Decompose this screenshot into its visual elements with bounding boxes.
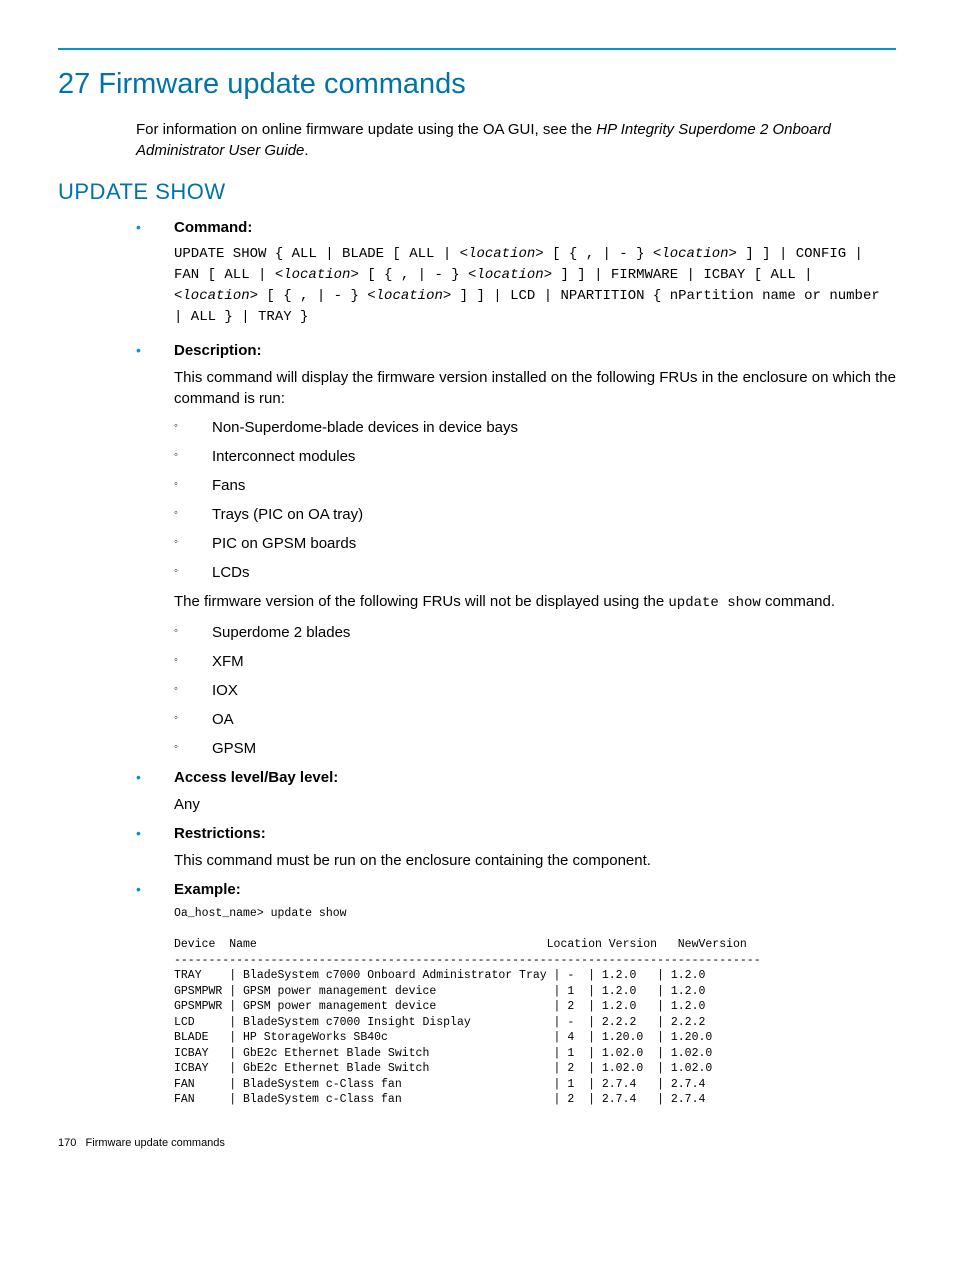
list-item: ◦PIC on GPSM boards	[174, 533, 896, 554]
bullet-icon: •	[136, 767, 174, 788]
intro-paragraph: For information on online firmware updat…	[136, 119, 896, 161]
intro-suffix: .	[304, 142, 308, 159]
circle-bullet-icon: ◦	[174, 446, 212, 467]
list-item: ◦Trays (PIC on OA tray)	[174, 504, 896, 525]
top-rule	[58, 48, 896, 50]
section-heading: Update Show	[58, 177, 896, 208]
footer-text: Firmware update commands	[86, 1137, 225, 1149]
list-item-text: XFM	[212, 651, 244, 672]
bullet-icon: •	[136, 340, 174, 361]
bullet-icon: •	[136, 823, 174, 844]
description-mid: The firmware version of the following FR…	[174, 591, 896, 614]
list-item-text: Superdome 2 blades	[212, 622, 350, 643]
circle-bullet-icon: ◦	[174, 562, 212, 583]
circle-bullet-icon: ◦	[174, 680, 212, 701]
list-item-text: IOX	[212, 680, 238, 701]
circle-bullet-icon: ◦	[174, 738, 212, 759]
circle-bullet-icon: ◦	[174, 417, 212, 438]
example-output: Oa_host_name> update show Device Name Lo…	[174, 906, 896, 1108]
list-item: ◦GPSM	[174, 738, 896, 759]
footer-page: 170	[58, 1137, 76, 1149]
page-title: 27 Firmware update commands	[58, 64, 896, 105]
label-example: Example:	[174, 879, 241, 900]
list-item: ◦LCDs	[174, 562, 896, 583]
list-item-text: Interconnect modules	[212, 446, 355, 467]
list-not-displayed: ◦Superdome 2 blades◦XFM◦IOX◦OA◦GPSM	[174, 622, 896, 759]
bullet-icon: •	[136, 217, 174, 238]
intro-text: For information on online firmware updat…	[136, 121, 596, 138]
list-item-text: Non-Superdome-blade devices in device ba…	[212, 417, 518, 438]
label-access: Access level/Bay level:	[174, 767, 338, 788]
command-syntax: UPDATE SHOW { ALL | BLADE [ ALL | <locat…	[174, 244, 896, 328]
description-intro: This command will display the firmware v…	[174, 367, 896, 409]
restrictions-text: This command must be run on the enclosur…	[174, 850, 896, 871]
circle-bullet-icon: ◦	[174, 622, 212, 643]
circle-bullet-icon: ◦	[174, 651, 212, 672]
list-item: ◦Interconnect modules	[174, 446, 896, 467]
label-description: Description:	[174, 340, 262, 361]
circle-bullet-icon: ◦	[174, 504, 212, 525]
list-item-text: LCDs	[212, 562, 250, 583]
label-command: Command:	[174, 217, 252, 238]
list-item-text: Fans	[212, 475, 245, 496]
list-item: ◦Superdome 2 blades	[174, 622, 896, 643]
list-item-text: PIC on GPSM boards	[212, 533, 356, 554]
list-item: ◦Non-Superdome-blade devices in device b…	[174, 417, 896, 438]
label-restrictions: Restrictions:	[174, 823, 266, 844]
list-item: ◦XFM	[174, 651, 896, 672]
list-item-text: GPSM	[212, 738, 256, 759]
circle-bullet-icon: ◦	[174, 475, 212, 496]
circle-bullet-icon: ◦	[174, 533, 212, 554]
circle-bullet-icon: ◦	[174, 709, 212, 730]
bullet-icon: •	[136, 879, 174, 900]
access-text: Any	[174, 794, 896, 815]
list-displayed: ◦Non-Superdome-blade devices in device b…	[174, 417, 896, 583]
list-item: ◦OA	[174, 709, 896, 730]
list-item: ◦Fans	[174, 475, 896, 496]
page-footer: 170 Firmware update commands	[58, 1136, 896, 1151]
list-item-text: Trays (PIC on OA tray)	[212, 504, 363, 525]
list-item-text: OA	[212, 709, 234, 730]
list-item: ◦IOX	[174, 680, 896, 701]
